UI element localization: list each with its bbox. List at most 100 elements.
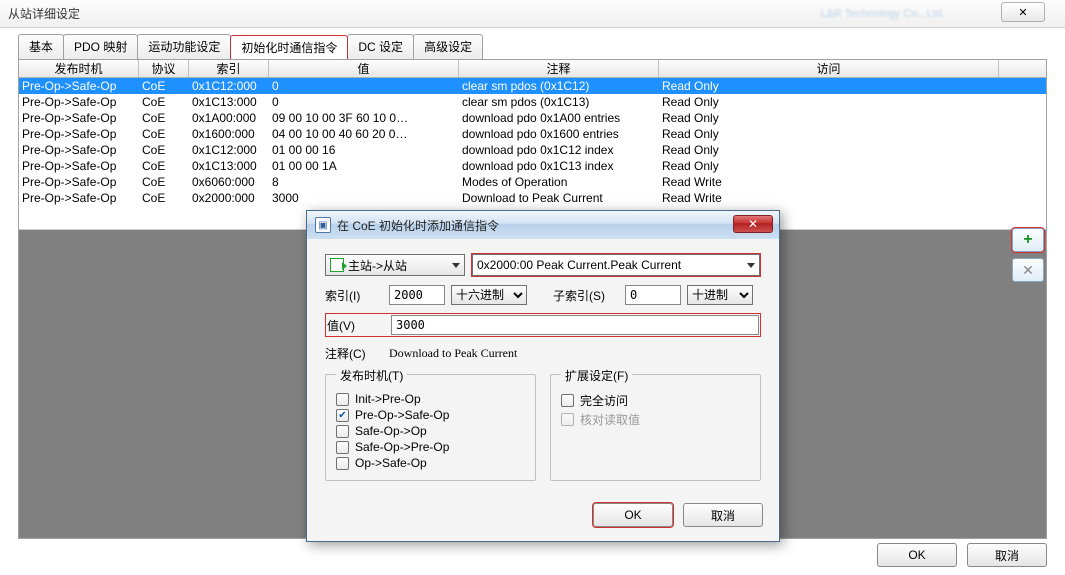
window-close-button[interactable]: ✕ xyxy=(1001,2,1045,22)
window-title: 从站详细设定 xyxy=(8,5,80,22)
checkbox-label: Init->Pre-Op xyxy=(355,392,421,406)
table-row[interactable]: Pre-Op->Safe-OpCoE0x2000:0003000Download… xyxy=(19,190,1046,206)
cell: Pre-Op->Safe-Op xyxy=(19,78,139,94)
cell: 09 00 10 00 3F 60 10 0… xyxy=(269,110,459,126)
tab-2[interactable]: 运动功能设定 xyxy=(137,34,231,59)
timing-option[interactable]: Safe-Op->Op xyxy=(336,424,525,438)
table-row[interactable]: Pre-Op->Safe-OpCoE0x1C13:00001 00 00 1Ad… xyxy=(19,158,1046,174)
checkbox[interactable] xyxy=(336,393,349,406)
station-icon xyxy=(330,258,344,272)
cell: 0x1C12:000 xyxy=(189,142,269,158)
dialog-ok-button[interactable]: OK xyxy=(593,503,673,527)
checkbox[interactable] xyxy=(561,394,574,407)
cell: Pre-Op->Safe-Op xyxy=(19,158,139,174)
close-icon: ✕ xyxy=(748,217,758,231)
table-body: Pre-Op->Safe-OpCoE0x1C12:0000clear sm pd… xyxy=(19,78,1046,206)
column-header[interactable]: 索引 xyxy=(189,60,269,77)
cell: 0x1C12:000 xyxy=(189,78,269,94)
station-label: 主站->从站 xyxy=(348,257,407,274)
table-row[interactable]: Pre-Op->Safe-OpCoE0x1C13:0000clear sm pd… xyxy=(19,94,1046,110)
dialog-body: 主站->从站 0x2000:00 Peak Current.Peak Curre… xyxy=(307,239,779,495)
table-header: 发布时机协议索引值注释访问 xyxy=(19,60,1046,78)
extended-fieldset: 扩展设定(F) 完全访问核对读取值 xyxy=(550,374,761,481)
cell: 0x6060:000 xyxy=(189,174,269,190)
timing-option[interactable]: Init->Pre-Op xyxy=(336,392,525,406)
cell: Pre-Op->Safe-Op xyxy=(19,190,139,206)
tab-4[interactable]: DC 设定 xyxy=(347,34,414,59)
column-header[interactable]: 值 xyxy=(269,60,459,77)
plus-icon: + xyxy=(1023,231,1032,249)
dialog-footer: OK 取消 xyxy=(307,495,779,541)
ext-option[interactable]: 完全访问 xyxy=(561,392,750,409)
checkbox[interactable] xyxy=(336,425,349,438)
table-row[interactable]: Pre-Op->Safe-OpCoE0x1C12:00001 00 00 16d… xyxy=(19,142,1046,158)
column-header[interactable]: 注释 xyxy=(459,60,659,77)
cell: download pdo 0x1A00 entries xyxy=(459,110,659,126)
cell: CoE xyxy=(139,190,189,206)
object-select[interactable]: 0x2000:00 Peak Current.Peak Current xyxy=(472,254,760,276)
subindex-format-select[interactable]: 十进制 xyxy=(687,285,753,305)
cell: CoE xyxy=(139,174,189,190)
column-header[interactable]: 发布时机 xyxy=(19,60,139,77)
cell: Pre-Op->Safe-Op xyxy=(19,94,139,110)
timing-option[interactable]: ✔ Pre-Op->Safe-Op xyxy=(336,408,525,422)
cell: Read Write xyxy=(659,174,999,190)
remove-row-button[interactable]: ✕ xyxy=(1012,258,1044,282)
tab-1[interactable]: PDO 映射 xyxy=(63,34,138,59)
dialog-cancel-button[interactable]: 取消 xyxy=(683,503,763,527)
cell: Read Only xyxy=(659,126,999,142)
cell: Download to Peak Current xyxy=(459,190,659,206)
column-header[interactable]: 访问 xyxy=(659,60,999,77)
add-row-button[interactable]: + xyxy=(1012,228,1044,252)
cell: CoE xyxy=(139,126,189,142)
timing-option[interactable]: Op->Safe-Op xyxy=(336,456,525,470)
subindex-input[interactable] xyxy=(625,285,681,305)
cell: Read Only xyxy=(659,94,999,110)
checkbox[interactable] xyxy=(336,457,349,470)
cell: Modes of Operation xyxy=(459,174,659,190)
cell: 0x1600:000 xyxy=(189,126,269,142)
tab-3[interactable]: 初始化时通信指令 xyxy=(230,35,348,60)
column-header[interactable]: 协议 xyxy=(139,60,189,77)
dialog-title: 在 CoE 初始化时添加通信指令 xyxy=(337,217,499,234)
index-input[interactable] xyxy=(389,285,445,305)
close-icon: ✕ xyxy=(1018,6,1027,19)
side-buttons: + ✕ xyxy=(1012,228,1044,282)
cancel-button[interactable]: 取消 xyxy=(967,543,1047,567)
checkbox-label: Safe-Op->Op xyxy=(355,424,427,438)
cell: download pdo 0x1600 entries xyxy=(459,126,659,142)
checkbox[interactable]: ✔ xyxy=(336,409,349,422)
footer-buttons: OK 取消 xyxy=(877,543,1047,567)
table-row[interactable]: Pre-Op->Safe-OpCoE0x1600:00004 00 10 00 … xyxy=(19,126,1046,142)
cell: clear sm pdos (0x1C13) xyxy=(459,94,659,110)
cell: 0 xyxy=(269,78,459,94)
table-row[interactable]: Pre-Op->Safe-OpCoE0x1C12:0000clear sm pd… xyxy=(19,78,1046,94)
ok-button[interactable]: OK xyxy=(877,543,957,567)
cell: 01 00 00 16 xyxy=(269,142,459,158)
table-row[interactable]: Pre-Op->Safe-OpCoE0x1A00:00009 00 10 00 … xyxy=(19,110,1046,126)
dialog-close-button[interactable]: ✕ xyxy=(733,215,773,233)
dialog-icon: ▣ xyxy=(315,217,331,233)
timing-option[interactable]: Safe-Op->Pre-Op xyxy=(336,440,525,454)
value-label: 值(V) xyxy=(327,317,385,334)
tab-5[interactable]: 高级设定 xyxy=(413,34,483,59)
value-input[interactable] xyxy=(391,315,759,335)
dialog-titlebar: ▣ 在 CoE 初始化时添加通信指令 ✕ xyxy=(307,211,779,239)
checkbox-label: 完全访问 xyxy=(580,392,628,409)
cell: Read Only xyxy=(659,110,999,126)
tab-0[interactable]: 基本 xyxy=(18,34,64,59)
checkbox xyxy=(561,413,574,426)
station-select[interactable]: 主站->从站 xyxy=(325,254,465,276)
index-format-select[interactable]: 十六进制 xyxy=(451,285,527,305)
cell: Pre-Op->Safe-Op xyxy=(19,142,139,158)
watermark: L&R Technology Co., Ltd. xyxy=(820,8,945,20)
table-row[interactable]: Pre-Op->Safe-OpCoE0x6060:0008Modes of Op… xyxy=(19,174,1046,190)
checkbox[interactable] xyxy=(336,441,349,454)
cell: Pre-Op->Safe-Op xyxy=(19,174,139,190)
checkbox-label: Pre-Op->Safe-Op xyxy=(355,408,449,422)
cell: 3000 xyxy=(269,190,459,206)
ext-option: 核对读取值 xyxy=(561,411,750,428)
cell: CoE xyxy=(139,110,189,126)
cell: CoE xyxy=(139,158,189,174)
cell: Pre-Op->Safe-Op xyxy=(19,126,139,142)
